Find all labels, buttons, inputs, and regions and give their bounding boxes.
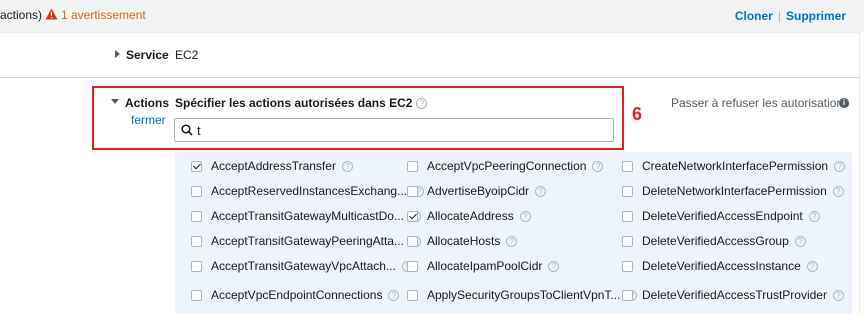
action-checkbox[interactable] (407, 210, 418, 222)
action-label[interactable]: DeleteNetworkInterfacePermission (642, 184, 827, 198)
action-item[interactable]: DeleteVerifiedAccessInstance? (622, 257, 818, 275)
action-label[interactable]: DeleteVerifiedAccessInstance (642, 259, 801, 273)
help-circle-icon[interactable]: ? (506, 235, 518, 247)
action-item[interactable]: AcceptAddressTransfer? (191, 157, 353, 175)
action-checkbox[interactable] (191, 289, 202, 301)
action-checkbox[interactable] (407, 185, 418, 197)
help-circle-icon[interactable]: ? (388, 289, 400, 301)
action-label[interactable]: AcceptTransitGatewayPeeringAtta... (211, 234, 404, 248)
header-actions: Cloner | Supprimer (735, 9, 846, 23)
action-checkbox[interactable] (407, 235, 418, 247)
help-circle-icon[interactable]: ? (832, 289, 844, 301)
permissions-header: actions) 1 avertissement Cloner | Supprime… (0, 0, 864, 33)
action-label[interactable]: DeleteVerifiedAccessGroup (642, 234, 789, 248)
warning-count[interactable]: 1 avertissement (61, 8, 146, 22)
action-checkbox[interactable] (622, 210, 633, 222)
action-checkbox[interactable] (622, 160, 633, 172)
help-circle-icon[interactable]: ? (806, 260, 818, 272)
annotation-step-number: 6 (632, 104, 643, 124)
help-circle-icon[interactable]: ? (808, 210, 820, 222)
action-item[interactable]: AcceptTransitGatewayMulticastDo...? (191, 207, 421, 225)
help-circle-icon[interactable]: ? (519, 210, 531, 222)
action-label[interactable]: AdvertiseByoipCidr (427, 184, 529, 198)
help-circle-icon[interactable]: ? (535, 185, 547, 197)
action-item[interactable]: ApplySecurityGroupsToClientVpnT...? (407, 286, 638, 304)
action-label[interactable]: CreateNetworkInterfacePermission (642, 159, 828, 173)
annotation-highlight-box (92, 86, 624, 150)
action-item[interactable]: AdvertiseByoipCidr? (407, 182, 547, 200)
action-item[interactable]: AcceptTransitGatewayPeeringAtta...? (191, 232, 421, 250)
switch-to-deny-link[interactable]: Passer à refuser les autorisations (671, 96, 849, 110)
help-circle-icon[interactable]: ? (834, 160, 846, 172)
service-value: EC2 (175, 48, 199, 62)
action-checkbox[interactable] (622, 235, 633, 247)
policy-editor: actions) 1 avertissement Cloner | Supprime… (0, 0, 864, 314)
delete-button[interactable]: Supprimer (786, 9, 846, 23)
help-circle-icon[interactable]: ? (548, 260, 560, 272)
help-circle-icon[interactable]: ? (592, 160, 604, 172)
action-checkbox[interactable] (622, 185, 633, 197)
action-label[interactable]: AllocateIpamPoolCidr (427, 259, 542, 273)
action-item[interactable]: DeleteNetworkInterfacePermission? (622, 182, 844, 200)
action-checkbox[interactable] (191, 210, 202, 222)
action-checkbox[interactable] (622, 260, 633, 272)
action-label[interactable]: AcceptVpcPeeringConnection (427, 159, 586, 173)
action-label[interactable]: AllocateHosts (427, 234, 500, 248)
action-label[interactable]: AcceptVpcEndpointConnections (211, 288, 382, 302)
action-item[interactable]: AcceptReservedInstancesExchang...? (191, 182, 425, 200)
action-label[interactable]: AcceptTransitGatewayMulticastDo... (211, 209, 404, 223)
warning-triangle-icon (45, 8, 58, 23)
expand-caret-icon[interactable] (115, 50, 120, 58)
header-title-fragment: actions) (0, 8, 43, 22)
actions-separator: | (777, 9, 781, 23)
action-checkbox[interactable] (191, 235, 202, 247)
service-row: Service EC2 (0, 32, 860, 78)
action-label[interactable]: AcceptReservedInstancesExchang... (211, 184, 407, 198)
action-item[interactable]: AllocateIpamPoolCidr? (407, 257, 560, 275)
action-item[interactable]: DeleteVerifiedAccessEndpoint? (622, 207, 820, 225)
action-item[interactable]: DeleteVerifiedAccessTrustProvider? (622, 286, 844, 304)
action-label[interactable]: DeleteVerifiedAccessTrustProvider (642, 288, 827, 302)
action-item[interactable]: AcceptVpcPeeringConnection? (407, 157, 604, 175)
action-item[interactable]: AcceptTransitGatewayVpcAttach...? (191, 257, 413, 275)
action-item[interactable]: CreateNetworkInterfacePermission? (622, 157, 846, 175)
action-item[interactable]: AllocateAddress? (407, 207, 531, 225)
action-item[interactable]: AllocateHosts? (407, 232, 518, 250)
action-item[interactable]: AcceptVpcEndpointConnections? (191, 286, 400, 304)
action-checkbox[interactable] (407, 260, 418, 272)
info-icon[interactable]: i (839, 98, 849, 108)
action-checkbox[interactable] (407, 160, 418, 172)
help-circle-icon[interactable]: ? (794, 235, 806, 247)
action-checkbox[interactable] (191, 185, 202, 197)
action-label[interactable]: ApplySecurityGroupsToClientVpnT... (427, 288, 620, 302)
action-item[interactable]: DeleteVerifiedAccessGroup? (622, 232, 806, 250)
action-checkbox[interactable] (191, 160, 202, 172)
action-checkbox[interactable] (622, 289, 633, 301)
action-label[interactable]: AcceptAddressTransfer (211, 159, 336, 173)
action-checkbox[interactable] (407, 289, 418, 301)
help-circle-icon[interactable]: ? (832, 185, 844, 197)
action-label[interactable]: AllocateAddress (427, 209, 514, 223)
action-checkbox[interactable] (191, 260, 202, 272)
action-label[interactable]: DeleteVerifiedAccessEndpoint (642, 209, 803, 223)
action-checkbox-grid: AcceptAddressTransfer? AcceptVpcPeeringCo… (175, 152, 852, 314)
action-label[interactable]: AcceptTransitGatewayVpcAttach... (211, 259, 396, 273)
service-label[interactable]: Service (126, 48, 169, 62)
clone-button[interactable]: Cloner (735, 9, 773, 23)
help-circle-icon[interactable]: ? (341, 160, 353, 172)
